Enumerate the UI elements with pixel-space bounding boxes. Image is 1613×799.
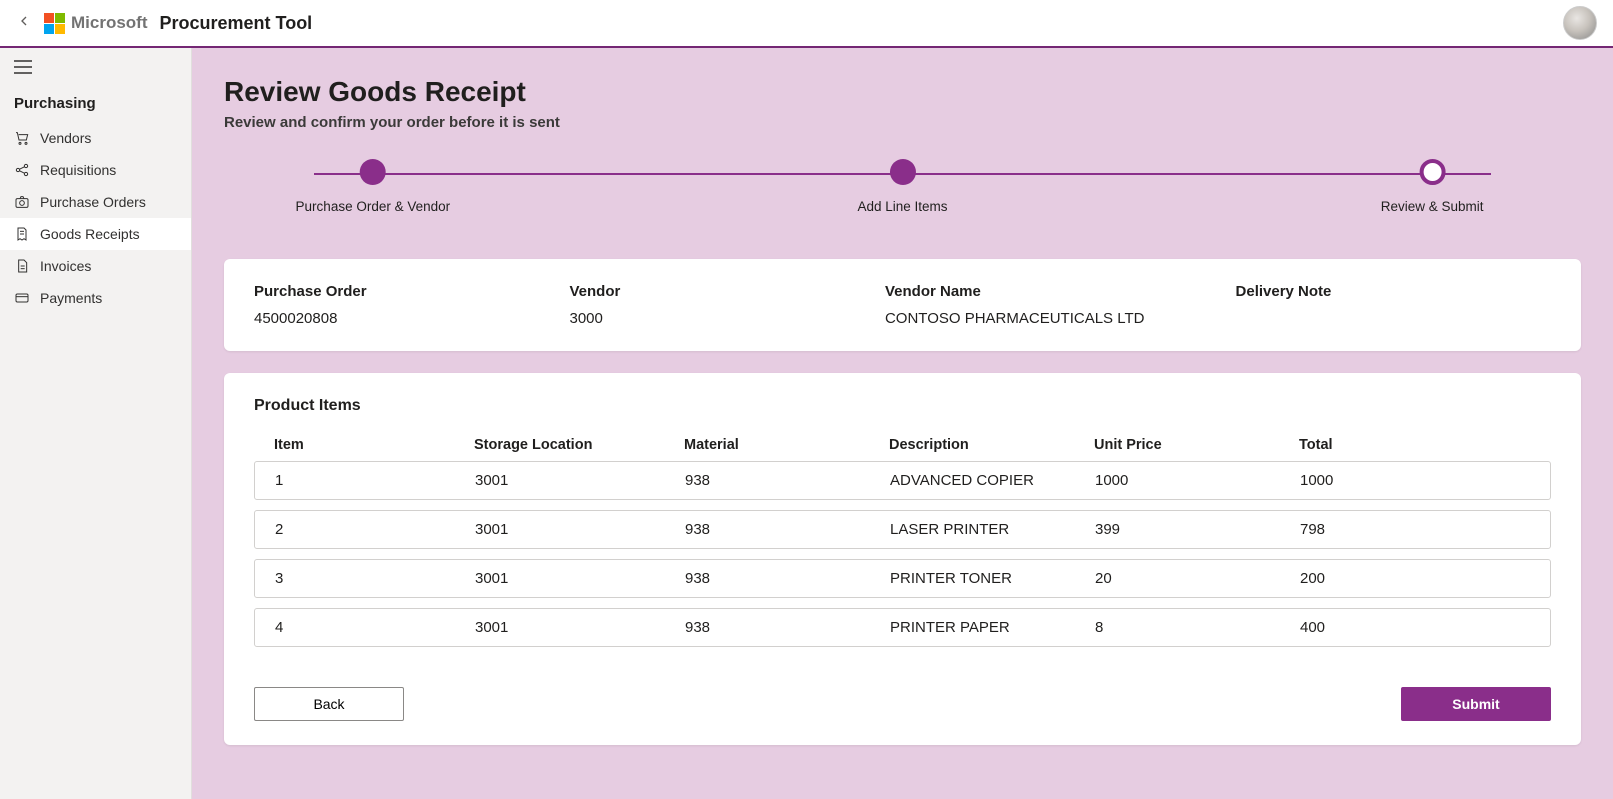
col-total: Total [1299,437,1531,453]
summary-delivery-note-label: Delivery Note [1236,283,1551,300]
table-row: 33001938PRINTER TONER20200 [254,559,1551,598]
sidebar: Purchasing Vendors Requisitions Purchase… [0,48,192,799]
cell-material: 938 [685,472,890,489]
sidebar-item-goods-receipts[interactable]: Goods Receipts [0,218,191,250]
brand-text: Microsoft [71,13,148,33]
col-unit-price: Unit Price [1094,437,1299,453]
summary-card: Purchase Order 4500020808 Vendor 3000 Ve… [224,259,1581,351]
summary-vendor-name-label: Vendor Name [885,283,1236,300]
col-description: Description [889,437,1094,453]
col-material: Material [684,437,889,453]
main-content: Review Goods Receipt Review and confirm … [192,48,1613,799]
sidebar-item-invoices[interactable]: Invoices [0,250,191,282]
summary-vendor-label: Vendor [569,283,884,300]
back-button[interactable]: Back [254,687,404,721]
submit-button[interactable]: Submit [1401,687,1551,721]
sidebar-item-label: Requisitions [40,162,116,178]
cell-total: 200 [1300,570,1530,587]
card-icon [14,290,30,306]
cell-item: 2 [275,521,475,538]
step-label: Purchase Order & Vendor [296,199,451,214]
step-review-submit: Review & Submit [1381,159,1484,214]
camera-icon [14,194,30,210]
table-row: 13001938ADVANCED COPIER10001000 [254,461,1551,500]
cart-icon [14,130,30,146]
cell-material: 938 [685,619,890,636]
sidebar-item-vendors[interactable]: Vendors [0,122,191,154]
sidebar-item-label: Invoices [40,258,91,274]
summary-po-label: Purchase Order [254,283,569,300]
step-dot-icon [890,159,916,185]
hamburger-icon[interactable] [0,48,191,91]
back-chevron-icon[interactable] [16,13,36,34]
cell-description: PRINTER PAPER [890,619,1095,636]
sidebar-item-label: Purchase Orders [40,194,146,210]
cell-total: 400 [1300,619,1530,636]
sidebar-item-label: Goods Receipts [40,226,140,242]
sidebar-item-purchase-orders[interactable]: Purchase Orders [0,186,191,218]
page-subtitle: Review and confirm your order before it … [224,114,1581,131]
products-card: Product Items Item Storage Location Mate… [224,373,1581,745]
table-row: 43001938PRINTER PAPER8400 [254,608,1551,647]
page-title: Review Goods Receipt [224,76,1581,108]
avatar[interactable] [1563,6,1597,40]
cell-storage: 3001 [475,472,685,489]
summary-po-value: 4500020808 [254,310,569,327]
cell-description: PRINTER TONER [890,570,1095,587]
table-row: 23001938LASER PRINTER399798 [254,510,1551,549]
app-title: Procurement Tool [160,13,313,34]
doc-icon [14,258,30,274]
cell-unit-price: 20 [1095,570,1300,587]
products-title: Product Items [254,397,1551,415]
stepper: Purchase Order & Vendor Add Line Items R… [314,159,1491,229]
cell-description: LASER PRINTER [890,521,1095,538]
step-label: Add Line Items [857,199,947,214]
cell-storage: 3001 [475,521,685,538]
cell-item: 4 [275,619,475,636]
top-bar: Microsoft Procurement Tool [0,0,1613,48]
sidebar-item-label: Vendors [40,130,91,146]
cell-storage: 3001 [475,619,685,636]
step-dot-icon [360,159,386,185]
step-add-line-items: Add Line Items [857,159,947,214]
col-storage: Storage Location [474,437,684,453]
cell-item: 1 [275,472,475,489]
col-item: Item [274,437,474,453]
cell-unit-price: 1000 [1095,472,1300,489]
sidebar-item-label: Payments [40,290,102,306]
step-label: Review & Submit [1381,199,1484,214]
cell-unit-price: 8 [1095,619,1300,636]
microsoft-logo-icon [44,13,65,34]
cell-total: 798 [1300,521,1530,538]
step-purchase-order: Purchase Order & Vendor [296,159,451,214]
cell-unit-price: 399 [1095,521,1300,538]
summary-vendor-name-value: CONTOSO PHARMACEUTICALS LTD [885,310,1236,327]
cell-material: 938 [685,521,890,538]
cell-total: 1000 [1300,472,1530,489]
summary-vendor-value: 3000 [569,310,884,327]
step-dot-icon [1419,159,1445,185]
sidebar-item-requisitions[interactable]: Requisitions [0,154,191,186]
sidebar-section-title: Purchasing [0,91,191,122]
cell-item: 3 [275,570,475,587]
share-icon [14,162,30,178]
cell-storage: 3001 [475,570,685,587]
sidebar-item-payments[interactable]: Payments [0,282,191,314]
table-header: Item Storage Location Material Descripti… [254,429,1551,461]
cell-description: ADVANCED COPIER [890,472,1095,489]
receipt-icon [14,226,30,242]
cell-material: 938 [685,570,890,587]
